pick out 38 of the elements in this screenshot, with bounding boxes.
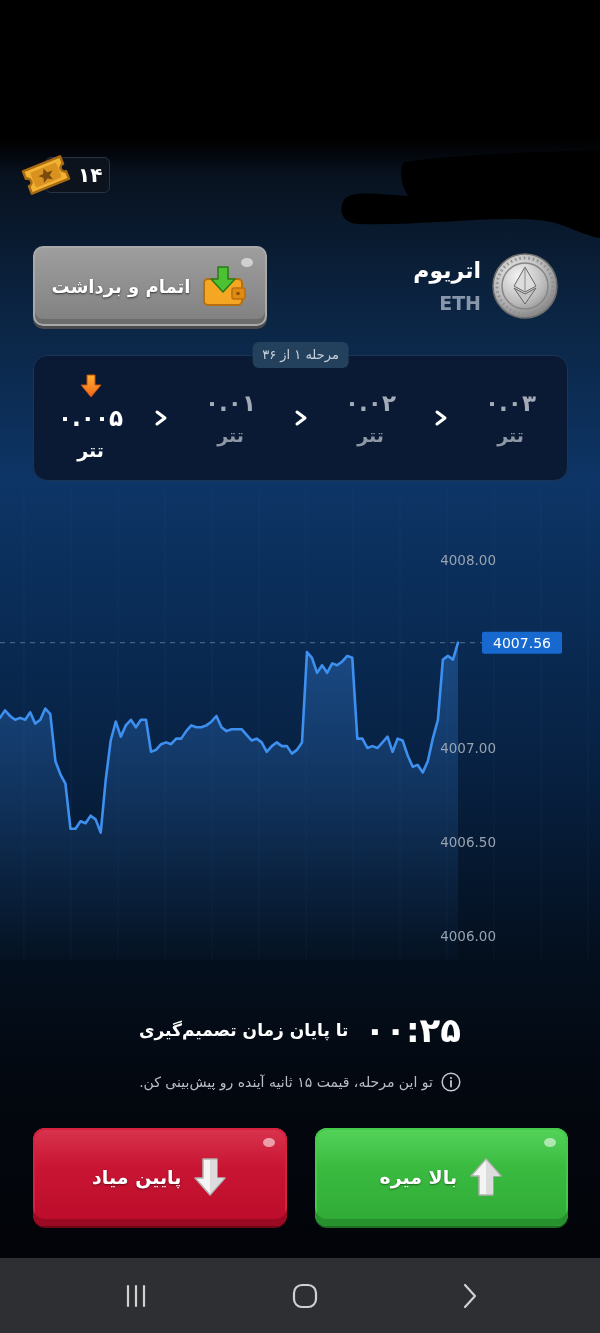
up-arrow-icon — [469, 1157, 504, 1197]
asset-name: اتریوم — [413, 257, 481, 285]
step-amount: ۰.۰۳ — [485, 389, 536, 417]
y-tick-label: 4006.00 — [440, 928, 496, 944]
y-tick-label: 4006.50 — [440, 834, 496, 850]
step-unit: تتر — [357, 423, 384, 447]
back-icon[interactable] — [463, 1282, 477, 1309]
down-button[interactable]: پایین میاد — [33, 1128, 287, 1226]
step-unit: تتر — [77, 438, 104, 462]
down-arrow-icon — [193, 1157, 228, 1197]
ref-line-label: 4007.56 — [493, 634, 552, 651]
step-unit: تتر — [497, 423, 524, 447]
step-amount: ۰.۰۱ — [205, 389, 256, 417]
step-amount: ۰.۰۰۵ — [58, 404, 123, 432]
stage-label: مرحله ۱ از ۳۶ — [252, 342, 349, 368]
timer-label: تا پایان زمان تصمیم‌گیری — [138, 1020, 349, 1040]
gloss-highlight-icon — [544, 1138, 556, 1147]
gloss-highlight-icon — [241, 258, 253, 267]
up-button[interactable]: بالا میره — [314, 1128, 568, 1226]
down-arrow-icon — [79, 374, 102, 398]
countdown-timer: ۰۰:۲۵ — [364, 1010, 462, 1050]
home-icon[interactable] — [292, 1282, 318, 1309]
hint-text: تو این مرحله، قیمت ۱۵ ثانیه آینده رو پیش‌بینی کن. — [139, 1074, 433, 1090]
info-icon — [440, 1072, 461, 1092]
asset-symbol: ETH — [439, 291, 481, 315]
chevron-right-icon — [433, 409, 448, 427]
recent-apps-icon[interactable] — [125, 1283, 147, 1308]
chevron-right-icon — [293, 409, 308, 427]
withdraw-button[interactable]: اتمام و برداشت — [33, 246, 267, 326]
step-unit: تتر — [217, 423, 244, 447]
wallet-icon — [202, 265, 249, 307]
current-price-tag: 4007.56 — [482, 631, 562, 654]
gloss-highlight-icon — [262, 1138, 275, 1147]
y-tick-label: 4007.00 — [440, 740, 496, 756]
chevron-right-icon — [153, 409, 168, 427]
coin-icon — [492, 253, 558, 319]
y-tick-label: 4008.00 — [440, 552, 496, 568]
step-amount: ۰.۰۲ — [345, 389, 396, 417]
